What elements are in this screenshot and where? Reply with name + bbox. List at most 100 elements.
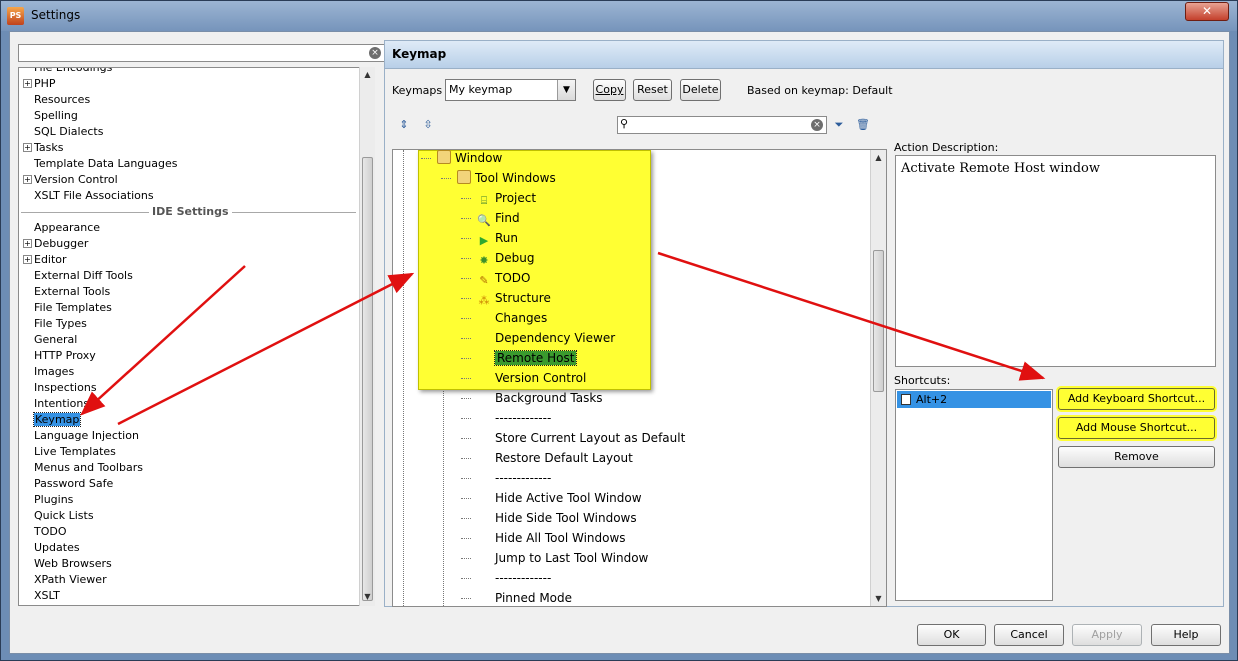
- settings-tree-item[interactable]: Images: [23, 364, 74, 380]
- shortcut-item[interactable]: Alt+2: [897, 391, 1051, 408]
- scroll-up-icon[interactable]: ▲: [871, 150, 886, 165]
- close-button[interactable]: ✕: [1185, 2, 1229, 21]
- settings-tree-item[interactable]: + Tasks: [23, 140, 63, 156]
- settings-tree-item[interactable]: Quick Lists: [23, 508, 94, 524]
- settings-tree-item[interactable]: + PHP: [23, 76, 56, 92]
- copy-button[interactable]: Copy: [593, 79, 626, 101]
- clear-action-search-icon[interactable]: ×: [811, 119, 823, 131]
- cancel-button[interactable]: Cancel: [994, 624, 1064, 646]
- action-tree-item[interactable]: -------------: [477, 408, 551, 428]
- settings-tree-item[interactable]: File Types: [23, 316, 87, 332]
- settings-tree-item[interactable]: Live Templates: [23, 444, 116, 460]
- action-tree[interactable]: Window Tool Windows ⌸ Project 🔍 Find ▶ Run ✸ Debu…: [392, 149, 887, 607]
- expand-icon[interactable]: +: [23, 79, 32, 88]
- action-tree-item[interactable]: ✎ TODO: [477, 268, 530, 288]
- scroll-down-icon[interactable]: ▼: [360, 589, 375, 604]
- settings-tree-item[interactable]: Keymap: [23, 412, 82, 428]
- settings-search-input[interactable]: ×: [18, 44, 385, 62]
- action-tree-item[interactable]: Version Control: [477, 368, 586, 388]
- settings-tree-scrollbar[interactable]: ▲ ▼: [359, 67, 375, 606]
- action-tree-scrollbar[interactable]: ▲ ▼: [870, 150, 886, 606]
- remove-shortcut-button[interactable]: Remove: [1058, 446, 1215, 468]
- chevron-down-icon[interactable]: ▼: [557, 80, 575, 100]
- action-tree-item-label: Pinned Mode: [495, 591, 573, 605]
- action-tree-item[interactable]: Background Tasks: [477, 388, 603, 408]
- expand-icon[interactable]: +: [23, 255, 32, 264]
- action-tree-item[interactable]: 🔍 Find: [477, 208, 519, 228]
- settings-tree-item[interactable]: + Editor: [23, 252, 67, 268]
- settings-tree-item[interactable]: TODO: [23, 524, 67, 540]
- keymap-select[interactable]: My keymap ▼: [445, 79, 576, 101]
- scroll-thumb[interactable]: [873, 250, 884, 392]
- settings-tree-item[interactable]: SQL Dialects: [23, 124, 103, 140]
- action-tree-item[interactable]: Store Current Layout as Default: [477, 428, 685, 448]
- clear-filter-icon[interactable]: 🗑: [855, 117, 871, 133]
- scroll-up-icon[interactable]: ▲: [360, 67, 375, 82]
- settings-tree-item[interactable]: Intentions: [23, 396, 89, 412]
- settings-tree-item[interactable]: Spelling: [23, 108, 78, 124]
- ok-button[interactable]: OK: [917, 624, 986, 646]
- settings-tree-item-label: Tasks: [34, 141, 64, 154]
- action-tree-item[interactable]: ▶ Run: [477, 228, 518, 248]
- settings-tree-item[interactable]: HTTP Proxy: [23, 348, 96, 364]
- settings-tree-item[interactable]: Template Data Languages: [23, 156, 177, 172]
- action-tree-item[interactable]: ⌸ Project: [477, 188, 536, 208]
- settings-tree[interactable]: File Encodings + PHP Resources Spelling SQL D…: [18, 67, 375, 606]
- action-search-input[interactable]: ⚲ ×: [617, 116, 827, 134]
- settings-tree-item[interactable]: Resources: [23, 92, 90, 108]
- settings-tree-item[interactable]: External Diff Tools: [23, 268, 133, 284]
- settings-tree-item[interactable]: Appearance: [23, 220, 100, 236]
- settings-tree-item[interactable]: File Templates: [23, 300, 112, 316]
- action-tree-item[interactable]: Restore Default Layout: [477, 448, 633, 468]
- tree-node-window[interactable]: Window: [437, 150, 502, 168]
- action-tree-item[interactable]: ⁂ Structure: [477, 288, 551, 308]
- expand-icon[interactable]: +: [23, 175, 32, 184]
- reset-button[interactable]: Reset: [633, 79, 672, 101]
- settings-tree-item[interactable]: XSLT File Associations: [23, 188, 154, 204]
- action-tree-item[interactable]: Remote Host: [477, 348, 578, 368]
- expand-icon[interactable]: +: [23, 239, 32, 248]
- action-tree-item[interactable]: -------------: [477, 568, 551, 588]
- action-tree-item[interactable]: Hide Active Tool Window: [477, 488, 642, 508]
- action-tree-item[interactable]: Dependency Viewer: [477, 328, 615, 348]
- action-tree-item[interactable]: Changes: [477, 308, 547, 328]
- action-tree-item[interactable]: Hide All Tool Windows: [477, 528, 626, 548]
- action-tree-item[interactable]: Pinned Mode: [477, 588, 573, 606]
- window-title: Settings: [31, 8, 81, 22]
- settings-tree-item[interactable]: File Encodings: [23, 68, 112, 76]
- expand-all-icon[interactable]: ⇕: [396, 117, 412, 133]
- action-tree-item[interactable]: -------------: [477, 468, 551, 488]
- clear-search-icon[interactable]: ×: [369, 47, 381, 59]
- expand-icon[interactable]: +: [23, 143, 32, 152]
- apply-button[interactable]: Apply: [1072, 624, 1142, 646]
- action-tree-item[interactable]: Hide Side Tool Windows: [477, 508, 637, 528]
- add-mouse-shortcut-button[interactable]: Add Mouse Shortcut...: [1058, 417, 1215, 439]
- settings-tree-item[interactable]: Language Injection: [23, 428, 139, 444]
- settings-tree-item-label: Editor: [34, 253, 67, 266]
- settings-tree-item[interactable]: XPath Viewer: [23, 572, 107, 588]
- settings-tree-item[interactable]: Plugins: [23, 492, 73, 508]
- add-keyboard-shortcut-button[interactable]: Add Keyboard Shortcut...: [1058, 388, 1215, 410]
- settings-tree-item[interactable]: Web Browsers: [23, 556, 112, 572]
- settings-tree-item[interactable]: General: [23, 332, 77, 348]
- shortcuts-list[interactable]: Alt+2: [895, 389, 1053, 601]
- settings-tree-item[interactable]: XSLT: [23, 588, 60, 604]
- settings-tree-item[interactable]: External Tools: [23, 284, 110, 300]
- settings-tree-item[interactable]: Updates: [23, 540, 80, 556]
- scroll-thumb[interactable]: [362, 157, 373, 601]
- settings-tree-item[interactable]: Menus and Toolbars: [23, 460, 143, 476]
- action-tree-item[interactable]: Jump to Last Tool Window: [477, 548, 648, 568]
- settings-tree-item[interactable]: + Debugger: [23, 236, 88, 252]
- action-tree-item-label: -------------: [495, 411, 552, 425]
- delete-button[interactable]: Delete: [680, 79, 721, 101]
- collapse-all-icon[interactable]: ⇳: [420, 117, 436, 133]
- filter-icon[interactable]: ⏷: [831, 117, 847, 133]
- tree-node-tool-windows[interactable]: Tool Windows: [457, 168, 556, 188]
- settings-tree-item[interactable]: + Version Control: [23, 172, 118, 188]
- action-tree-item[interactable]: ✸ Debug: [477, 248, 534, 268]
- help-button[interactable]: Help: [1151, 624, 1221, 646]
- scroll-down-icon[interactable]: ▼: [871, 591, 886, 606]
- settings-tree-item[interactable]: Inspections: [23, 380, 97, 396]
- settings-tree-item[interactable]: Password Safe: [23, 476, 113, 492]
- action-tree-item-label: -------------: [495, 471, 552, 485]
